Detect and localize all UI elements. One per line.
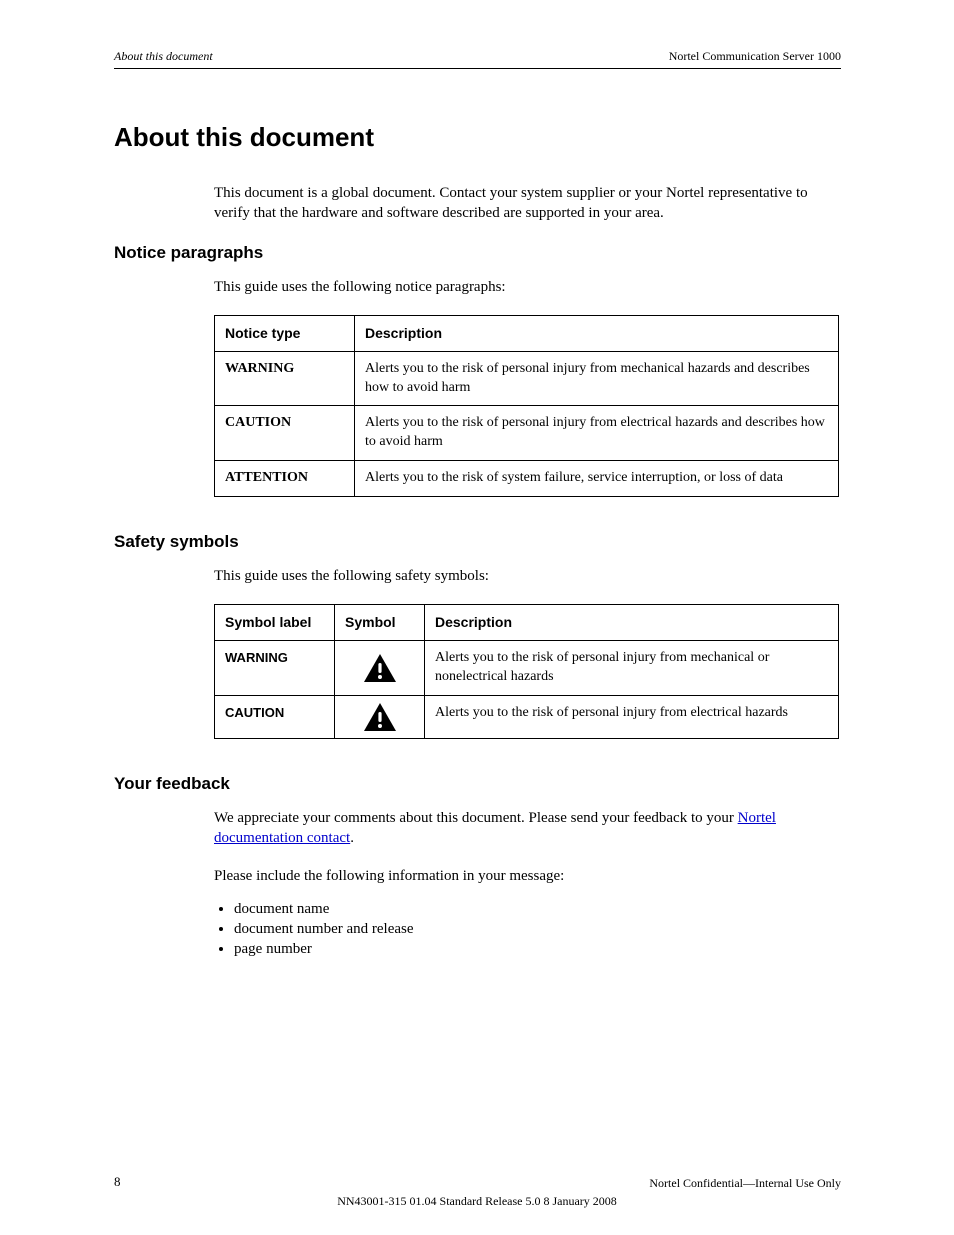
feedback-paragraph-2: Please include the following information…	[214, 866, 841, 886]
safety-symbols-heading: Safety symbols	[114, 531, 841, 554]
table-header: Symbol	[335, 605, 425, 641]
footer-doc-id: NN43001-315 01.04 Standard Release 5.0 8…	[0, 1193, 954, 1209]
warning-triangle-icon	[363, 653, 397, 683]
list-item: document name	[234, 899, 841, 919]
notice-types-table: Notice type Description WARNING Alerts y…	[214, 315, 839, 497]
symbol-desc: Alerts you to the risk of personal injur…	[425, 695, 839, 738]
feedback-text: .	[350, 830, 354, 846]
table-header: Description	[425, 605, 839, 641]
table-header: Symbol label	[215, 605, 335, 641]
symbol-label: CAUTION	[225, 705, 284, 720]
feedback-text: We appreciate your comments about this d…	[214, 810, 738, 826]
notice-type-desc: Alerts you to the risk of personal injur…	[355, 406, 839, 461]
symbol-desc: Alerts you to the risk of personal injur…	[425, 641, 839, 696]
header-product-name: Nortel Communication Server 1000	[669, 48, 841, 64]
safety-symbols-intro: This guide uses the following safety sym…	[214, 566, 841, 586]
warning-triangle-icon	[363, 702, 397, 732]
notice-type-label: WARNING	[225, 361, 294, 376]
list-item: document number and release	[234, 919, 841, 939]
footer-page-number: 8	[114, 1173, 121, 1191]
header-divider	[114, 68, 841, 69]
page-title: About this document	[114, 120, 841, 155]
footer-confidential: Nortel Confidential—Internal Use Only	[649, 1175, 841, 1191]
notice-type-desc: Alerts you to the risk of personal injur…	[355, 351, 839, 406]
table-row: WARNING Alerts you to the risk of person…	[215, 351, 839, 406]
notice-type-label: CAUTION	[225, 415, 291, 430]
list-item: page number	[234, 939, 841, 959]
feedback-list: document name document number and releas…	[214, 899, 841, 960]
table-header: Description	[355, 315, 839, 351]
symbol-label: WARNING	[225, 650, 288, 665]
notice-type-desc: Alerts you to the risk of system failure…	[355, 461, 839, 497]
table-row: CAUTION Alerts you to the risk of person…	[215, 406, 839, 461]
feedback-paragraph-1: We appreciate your comments about this d…	[214, 808, 841, 849]
table-row: CAUTION Alerts you to the risk of person…	[215, 695, 839, 738]
notice-type-label: ATTENTION	[225, 470, 308, 485]
table-header: Notice type	[215, 315, 355, 351]
table-row: ATTENTION Alerts you to the risk of syst…	[215, 461, 839, 497]
feedback-heading: Your feedback	[114, 773, 841, 796]
table-row: WARNING Alerts you to the risk of person…	[215, 641, 839, 696]
notice-paragraphs-intro: This guide uses the following notice par…	[214, 277, 841, 297]
intro-paragraph: This document is a global document. Cont…	[214, 183, 841, 224]
header-section-title: About this document	[114, 48, 213, 64]
safety-symbols-table: Symbol label Symbol Description WARNING	[214, 604, 839, 739]
notice-paragraphs-heading: Notice paragraphs	[114, 242, 841, 265]
